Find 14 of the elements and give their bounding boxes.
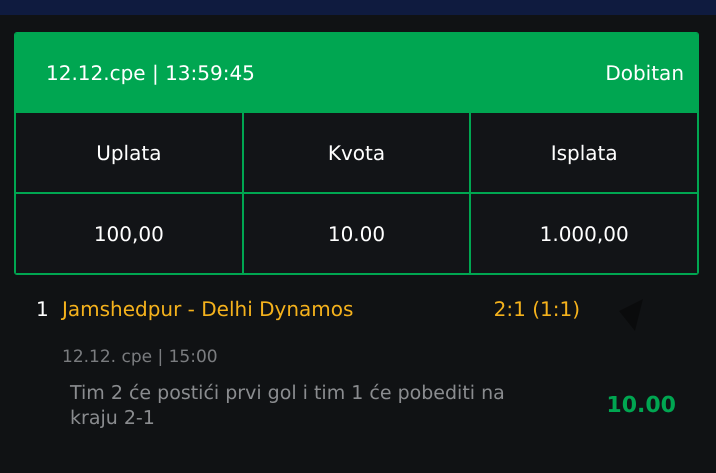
match-date: 12.12. cpe | 15:00 [62, 347, 219, 367]
table-cell: 1.000,00 [471, 194, 697, 273]
column-header: Kvota [244, 113, 470, 192]
column-header: Isplata [471, 113, 697, 192]
table-cell: 10.00 [244, 194, 470, 273]
ticket-datetime: 12.12.cpe | 13:59:45 [46, 61, 255, 85]
bet-number: 1 [36, 297, 50, 323]
bet-odds: 10.00 [606, 393, 676, 418]
match-result: 2:1 (1:1) [494, 297, 580, 323]
bet-pick: Tim 2 će postići prvi gol i tim 1 će pobediti na kraju 2-1 [70, 381, 506, 430]
table-cell: 100,00 [16, 194, 242, 273]
column-header: Uplata [16, 113, 242, 192]
ticket-status: Dobitan [605, 61, 684, 85]
match-name: Jamshedpur - Delhi Dynamos [62, 297, 354, 323]
